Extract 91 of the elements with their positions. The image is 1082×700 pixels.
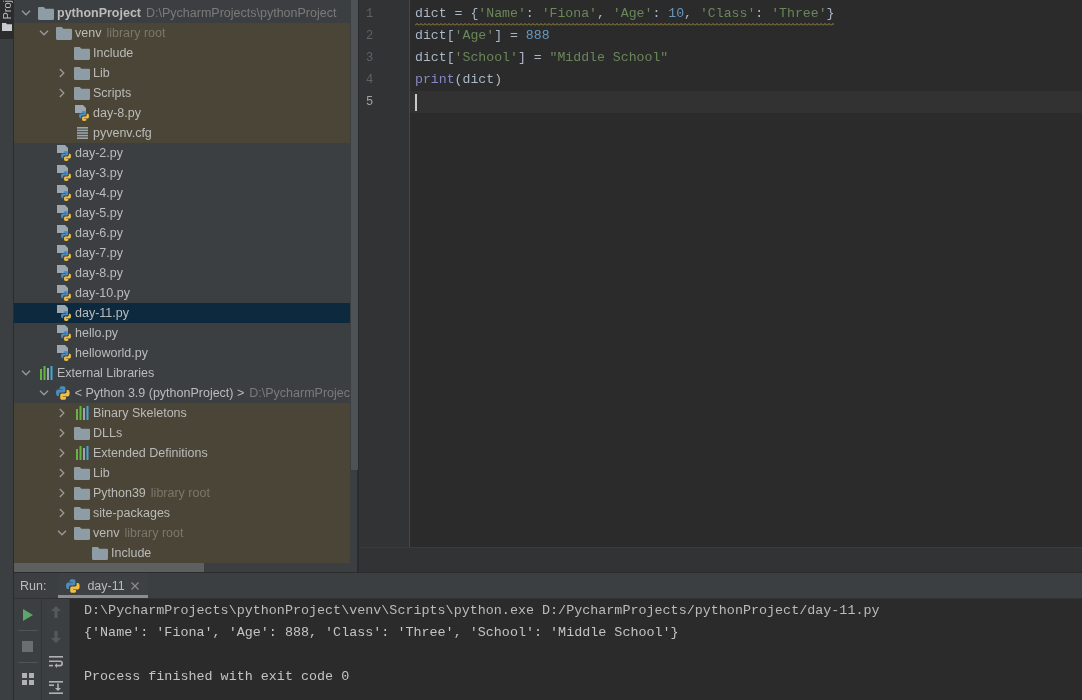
chevron-down-icon[interactable] — [38, 390, 49, 396]
code-line: print(dict) — [415, 72, 503, 88]
tree-item[interactable]: pythonProject D:\PycharmProjects\pythonProject — [14, 3, 350, 23]
python-file-icon — [56, 205, 72, 221]
up-arrow-icon — [50, 605, 61, 618]
python-file-icon — [74, 105, 90, 121]
console-line: {'Name': 'Fiona', 'Age': 888, 'Class': 'Three', 'School': 'Middle School'} — [84, 624, 679, 642]
hint-text: D:\PycharmProjec — [249, 386, 350, 400]
chevron-right-icon[interactable] — [59, 408, 65, 418]
tree-item[interactable]: Lib — [14, 463, 350, 483]
python-logo-icon — [56, 386, 72, 400]
down-arrow-icon — [50, 630, 61, 643]
console-line: D:\PycharmProjects\pythonProject\venv\Scripts\python.exe D:/PycharmProjects/pythonProject/day-11.py — [84, 602, 880, 620]
tree-item[interactable]: site-packages — [14, 503, 350, 523]
python-file-icon — [56, 185, 72, 201]
folder-icon — [1, 22, 12, 31]
tree-item[interactable]: < Python 3.9 (pythonProject) > D:\PycharmProjec — [14, 383, 350, 403]
chevron-right-icon[interactable] — [59, 488, 65, 498]
tree-item[interactable]: helloworld.py — [14, 343, 350, 363]
folder-icon — [74, 526, 90, 540]
stop-icon — [22, 641, 33, 652]
scrollbar-thumb[interactable] — [14, 563, 204, 572]
tree-item[interactable]: Scripts — [14, 83, 350, 103]
library-bars-icon — [39, 366, 53, 380]
hint-text: D:\PycharmProjects\pythonProject — [146, 6, 337, 20]
code-line: dict = {'Name': 'Fiona', 'Age': 10, 'Class': 'Three'} — [415, 6, 835, 22]
scroll-to-end-icon — [48, 680, 63, 694]
tree-item[interactable]: DLLs — [14, 423, 350, 443]
python-file-icon — [56, 285, 72, 301]
tree-item[interactable]: day-5.py — [14, 203, 350, 223]
folder-icon — [92, 546, 108, 560]
tree-item[interactable]: Extended Definitions — [14, 443, 350, 463]
python-file-icon — [56, 265, 72, 281]
python-file-icon — [56, 225, 72, 241]
tree-item[interactable]: day-8.py — [14, 263, 350, 283]
chevron-down-icon[interactable] — [39, 30, 49, 36]
folder-icon — [74, 426, 90, 440]
chevron-down-icon[interactable] — [21, 10, 31, 16]
tree-item[interactable]: Include — [14, 43, 350, 63]
folder-icon — [38, 6, 54, 20]
tree-item[interactable]: day-10.py — [14, 283, 350, 303]
python-file-icon — [56, 325, 72, 341]
tree-item[interactable]: day-6.py — [14, 223, 350, 243]
tree-item[interactable]: day-7.py — [14, 243, 350, 263]
grid-squares-icon — [21, 672, 34, 685]
python-file-icon — [56, 245, 72, 261]
console-line: Process finished with exit code 0 — [84, 668, 350, 686]
library-bars-icon — [75, 406, 89, 420]
text-lines-icon — [76, 127, 88, 139]
python-file-icon — [56, 305, 72, 321]
tree-item[interactable]: Binary Skeletons — [14, 403, 350, 423]
library-bars-icon — [75, 446, 89, 460]
folder-icon — [74, 486, 90, 500]
code-line: dict['School'] = "Middle School" — [415, 50, 669, 66]
close-icon[interactable] — [130, 581, 139, 590]
tree-item[interactable]: Lib — [14, 63, 350, 83]
folder-icon — [74, 86, 90, 100]
chevron-right-icon[interactable] — [59, 508, 65, 518]
folder-icon — [74, 506, 90, 520]
chevron-right-icon[interactable] — [59, 468, 65, 478]
line-number: 5 — [365, 94, 375, 111]
tree-item[interactable]: day-3.py — [14, 163, 350, 183]
tree-item[interactable]: Include — [14, 543, 350, 563]
chevron-down-icon[interactable] — [21, 370, 31, 376]
project-tool-button[interactable]: Proj — [0, 0, 13, 39]
soft-wrap-icon — [48, 656, 63, 669]
chevron-right-icon[interactable] — [59, 88, 65, 98]
code-line: dict['Age'] = 888 — [415, 28, 550, 44]
tree-item[interactable]: day-8.py — [14, 103, 350, 123]
python-logo-icon — [66, 578, 82, 593]
tree-item[interactable]: hello.py — [14, 323, 350, 343]
tree-item[interactable]: day-4.py — [14, 183, 350, 203]
python-file-icon — [56, 165, 72, 181]
chevron-right-icon[interactable] — [59, 428, 65, 438]
folder-icon — [56, 26, 72, 40]
chevron-right-icon[interactable] — [59, 448, 65, 458]
tree-item[interactable]: day-11.py — [14, 303, 350, 323]
play-icon — [22, 608, 33, 621]
tree-item[interactable]: pyvenv.cfg — [14, 123, 350, 143]
text-cursor — [415, 93, 417, 111]
folder-icon — [74, 46, 90, 60]
python-file-icon — [56, 145, 72, 161]
scrollbar-thumb[interactable] — [351, 0, 358, 470]
run-panel-label: Run: — [20, 578, 47, 593]
folder-icon — [74, 66, 90, 80]
folder-icon — [74, 466, 90, 480]
chevron-down-icon[interactable] — [57, 530, 67, 536]
chevron-right-icon[interactable] — [59, 68, 65, 78]
python-file-icon — [56, 345, 72, 361]
tree-item[interactable]: day-2.py — [14, 143, 350, 163]
tree-item[interactable]: External Libraries — [14, 363, 350, 383]
